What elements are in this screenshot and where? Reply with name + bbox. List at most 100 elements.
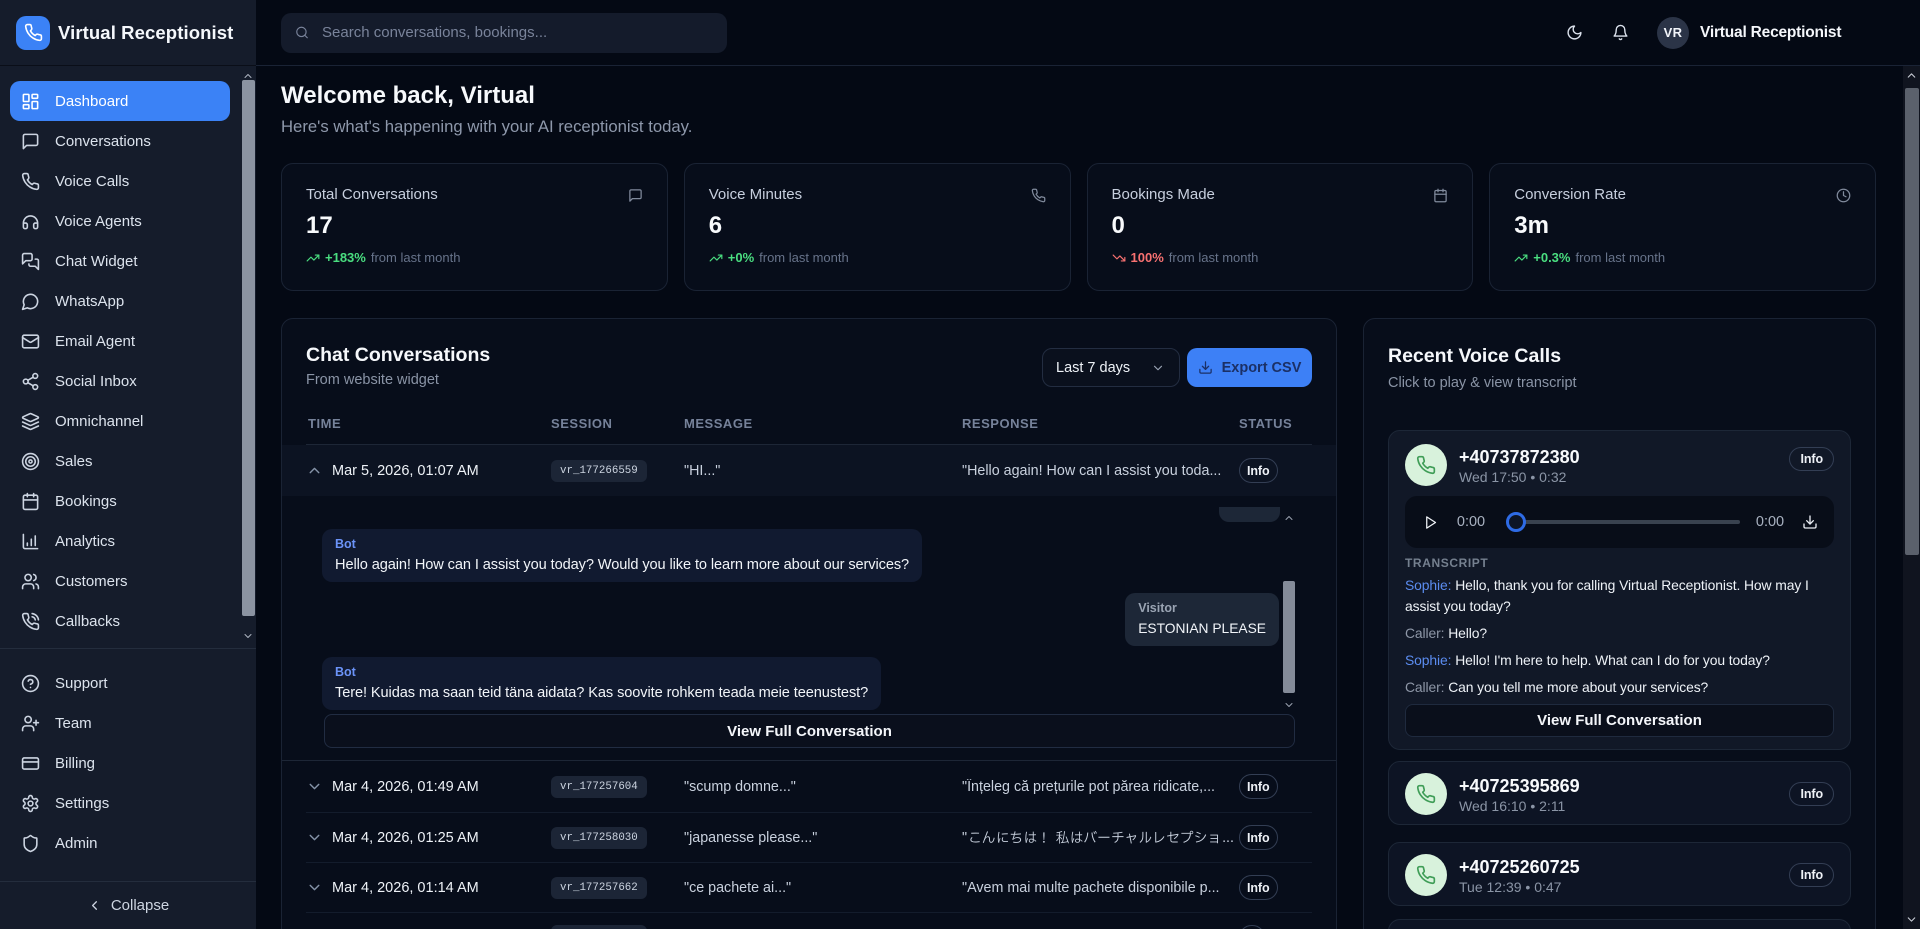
conversation-scrollbar-thumb[interactable] (1283, 581, 1295, 693)
sidebar-item-sales[interactable]: Sales (10, 441, 230, 481)
info-badge[interactable]: Info (1789, 782, 1834, 806)
chevron-down-icon[interactable] (306, 879, 323, 896)
sidebar-item-email-agent[interactable]: Email Agent (10, 321, 230, 361)
sidebar-item-analytics[interactable]: Analytics (10, 521, 230, 561)
sidebar-item-label: Team (55, 715, 92, 732)
share-icon (21, 372, 40, 391)
transcript-text: Hello, thank you for calling Virtual Rec… (1405, 577, 1809, 614)
sidebar-item-label: Email Agent (55, 333, 135, 350)
sidebar-item-label: Settings (55, 795, 109, 812)
row-response: "こんにちは！ 私はバーチャルレセプショ..."... (962, 829, 1239, 846)
sidebar-item-team[interactable]: Team (10, 703, 230, 743)
view-full-conversation-button[interactable]: View Full Conversation (324, 714, 1295, 748)
sidebar-item-social-inbox[interactable]: Social Inbox (10, 361, 230, 401)
info-badge[interactable]: Info (1239, 458, 1278, 483)
voice-call-card-partial[interactable] (1388, 919, 1851, 929)
transcript-speaker: Caller: (1405, 679, 1444, 695)
info-badge[interactable]: Info (1789, 863, 1834, 887)
conversation-scrollbar[interactable] (1281, 512, 1297, 711)
sidebar-item-dashboard[interactable]: Dashboard (10, 81, 230, 121)
play-icon[interactable] (1423, 515, 1438, 530)
sidebar-item-admin[interactable]: Admin (10, 823, 230, 863)
sidebar-item-customers[interactable]: Customers (10, 561, 230, 601)
chevron-down-icon (1151, 361, 1165, 375)
transcript-speaker: Caller: (1405, 625, 1444, 641)
scroll-up-arrow-icon[interactable] (1905, 69, 1918, 82)
download-icon[interactable] (1802, 514, 1818, 530)
voice-call-card[interactable]: +40725395869 Wed 16:10 • 2:11 Info (1388, 761, 1851, 825)
stats-grid: Total Conversations 17 +183%from last mo… (281, 163, 1876, 291)
conversation-scroll-area[interactable]: Bot Hello again! How can I assist you to… (322, 507, 1298, 714)
call-meta: Wed 17:50 • 0:32 (1459, 469, 1580, 485)
info-badge[interactable]: Info (1239, 774, 1278, 799)
row-message: "HI..." (684, 463, 962, 479)
info-badge[interactable]: Info (1239, 825, 1278, 850)
sidebar-collapse-button[interactable]: Collapse (0, 881, 256, 929)
sidebar-item-label: Conversations (55, 133, 151, 150)
avatar[interactable]: VR (1657, 17, 1689, 49)
voice-call-card-expanded[interactable]: +40737872380 Wed 17:50 • 0:32 Info 0:00 … (1388, 430, 1851, 750)
chat-table-row[interactable]: Mar 4, 2026, 01:14 AM vr_177257662 "ce p… (306, 863, 1312, 913)
sidebar-item-support[interactable]: Support (10, 663, 230, 703)
search-input[interactable] (322, 24, 713, 41)
chat-table-row-partial[interactable] (306, 913, 1312, 929)
topbar-right: VR Virtual Receptionist (1566, 17, 1920, 49)
sidebar-scrollbar[interactable] (241, 66, 255, 648)
dark-mode-toggle[interactable] (1566, 24, 1583, 41)
stat-value: 17 (306, 212, 643, 240)
sidebar-item-callbacks[interactable]: Callbacks (10, 601, 230, 641)
chat-table-row[interactable]: Mar 4, 2026, 01:49 AM vr_177257604 "scum… (306, 761, 1312, 813)
chat-table-row-expanded[interactable]: Mar 5, 2026, 01:07 AM vr_177266559 "HI..… (282, 445, 1336, 496)
scroll-down-arrow-icon[interactable] (1905, 913, 1918, 926)
stat-card-header: Voice Minutes (709, 186, 1046, 203)
sidebar-item-label: Admin (55, 835, 98, 852)
page-scrollbar[interactable] (1903, 66, 1920, 929)
bubble-text: ESTONIAN PLEASE (1138, 620, 1266, 638)
view-full-conversation-button[interactable]: View Full Conversation (1405, 704, 1834, 737)
sidebar-item-voice-agents[interactable]: Voice Agents (10, 201, 230, 241)
info-badge[interactable]: Info (1789, 447, 1834, 471)
chat-table-header: TIME SESSION MESSAGE RESPONSE STATUS (306, 411, 1312, 445)
sidebar-item-billing[interactable]: Billing (10, 743, 230, 783)
scroll-up-arrow-icon[interactable] (1283, 512, 1295, 524)
main-area: VR Virtual Receptionist Welcome back, Vi… (256, 0, 1920, 929)
player-seek-slider[interactable] (1506, 512, 1740, 532)
partial-visitor-bubble (1219, 507, 1280, 522)
sidebar-item-whatsapp[interactable]: WhatsApp (10, 281, 230, 321)
sidebar-item-omnichannel[interactable]: Omnichannel (10, 401, 230, 441)
sidebar-scrollbar-thumb[interactable] (242, 80, 255, 616)
chevron-down-icon[interactable] (306, 778, 323, 795)
chevron-down-icon[interactable] (306, 829, 323, 846)
date-range-select[interactable]: Last 7 days (1042, 348, 1180, 387)
page-scrollbar-thumb[interactable] (1905, 88, 1919, 555)
stat-card-conversion-rate: Conversion Rate 3m +0.3%from last month (1489, 163, 1876, 291)
info-badge[interactable]: Info (1239, 875, 1278, 900)
chevron-up-icon[interactable] (306, 462, 323, 479)
notifications-button[interactable] (1612, 24, 1629, 41)
stat-card-header: Bookings Made (1112, 186, 1449, 203)
sidebar-nav: Dashboard Conversations Voice Calls Voic… (0, 66, 256, 648)
player-total-time: 0:00 (1753, 514, 1787, 530)
search-box[interactable] (281, 13, 727, 53)
phone-icon (21, 172, 40, 191)
bubble-text: Hello again! How can I assist you today?… (335, 556, 909, 574)
chat-table-row[interactable]: Mar 4, 2026, 01:25 AM vr_177258030 "japa… (306, 813, 1312, 863)
call-card-header: +40725260725 Tue 12:39 • 0:47 Info (1405, 854, 1834, 896)
call-card-header: +40737872380 Wed 17:50 • 0:32 Info (1405, 444, 1834, 486)
voice-call-card[interactable]: +40725260725 Tue 12:39 • 0:47 Info (1388, 842, 1851, 906)
scroll-down-arrow-icon[interactable] (1283, 699, 1295, 711)
scroll-down-arrow-icon[interactable] (242, 630, 254, 642)
bar-chart-icon (21, 532, 40, 551)
message-circle-icon (21, 292, 40, 311)
trending-up-icon (1514, 251, 1528, 265)
player-knob[interactable] (1506, 512, 1526, 532)
export-csv-button[interactable]: Export CSV (1187, 348, 1312, 387)
sidebar-item-chat-widget[interactable]: Chat Widget (10, 241, 230, 281)
sidebar-item-conversations[interactable]: Conversations (10, 121, 230, 161)
call-avatar (1405, 854, 1447, 896)
row-response: "Avem mai multe pachete disponibile p... (962, 880, 1239, 896)
sidebar-item-voice-calls[interactable]: Voice Calls (10, 161, 230, 201)
sidebar-item-settings[interactable]: Settings (10, 783, 230, 823)
sidebar-item-bookings[interactable]: Bookings (10, 481, 230, 521)
transcript: Sophie: Hello, thank you for calling Vir… (1405, 575, 1834, 698)
